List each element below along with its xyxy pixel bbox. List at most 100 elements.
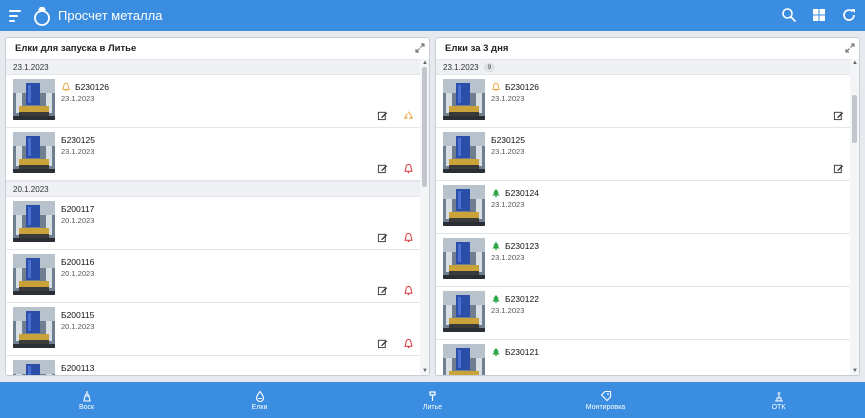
nav-tab[interactable]: Литье [346, 382, 519, 418]
edit-icon[interactable] [377, 163, 388, 174]
scroll-up-icon[interactable]: ▲ [852, 60, 858, 66]
drop-icon [255, 390, 264, 402]
item-code: Б200117 [61, 204, 95, 214]
item-code: Б230122 [505, 294, 539, 304]
scroll-down-icon[interactable]: ▼ [422, 368, 428, 374]
group-date: 23.1.2023 [13, 62, 49, 72]
panel-list[interactable]: 23.1.2023 9 Б230126 23.1.2023 Б230125 23.1.… [436, 59, 859, 375]
item-name-row: Б230125 [61, 135, 95, 145]
refresh-icon[interactable] [841, 7, 857, 23]
expand-icon[interactable] [845, 43, 855, 53]
scroll-down-icon[interactable]: ▼ [852, 368, 858, 374]
bell-icon[interactable] [403, 338, 414, 349]
nav-tab[interactable]: Воск [0, 382, 173, 418]
item-date: 23.1.2023 [61, 94, 95, 103]
list-item[interactable]: Б230123 23.1.2023 [436, 234, 850, 287]
panel-title: Елки за 3 дня [436, 38, 859, 59]
scrollbar-thumb[interactable] [852, 95, 857, 143]
inspect-icon [774, 391, 783, 402]
item-date: 20.1.2023 [61, 216, 95, 225]
nav-tab[interactable]: Елки [173, 382, 346, 418]
item-name-row: Б230121 [491, 347, 539, 357]
recycle-icon[interactable] [403, 110, 414, 121]
edit-icon[interactable] [833, 110, 844, 121]
edit-icon[interactable] [377, 338, 388, 349]
edit-icon[interactable] [833, 163, 844, 174]
list-item[interactable]: Б200116 20.1.2023 [6, 250, 420, 303]
item-name-row: Б200117 [61, 204, 94, 214]
tree-photo [443, 238, 485, 279]
tree-photo [13, 307, 55, 348]
nav-tab-label: Монтировка [585, 403, 626, 411]
panel-ready-for-casting: Елки для запуска в Литье 23.1.2023 Б2301… [5, 37, 430, 376]
scrollbar[interactable]: ▲ ▼ [850, 59, 859, 375]
scroll-up-icon[interactable]: ▲ [422, 60, 428, 66]
list-item[interactable]: Б200113 [6, 356, 420, 375]
item-code: Б230125 [61, 135, 95, 145]
item-date: 23.1.2023 [491, 200, 525, 209]
expand-icon[interactable] [415, 43, 425, 53]
item-date: 23.1.2023 [491, 253, 525, 262]
list-item[interactable]: Б230126 23.1.2023 [6, 75, 420, 128]
scrollbar-thumb[interactable] [422, 67, 427, 187]
list-item[interactable]: Б230122 23.1.2023 [436, 287, 850, 340]
tree-photo [13, 360, 55, 375]
app-title: Просчет металла [58, 8, 163, 23]
bell-icon[interactable] [403, 232, 414, 243]
item-name-row: Б230122 [491, 294, 539, 304]
bell-icon[interactable] [403, 163, 414, 174]
grid-icon[interactable] [811, 7, 827, 23]
edit-icon[interactable] [377, 232, 388, 243]
list-item[interactable]: Б200115 20.1.2023 [6, 303, 420, 356]
item-code: Б200116 [61, 257, 95, 267]
item-name-row: Б230126 [491, 82, 539, 92]
list-item[interactable]: Б230121 [436, 340, 850, 375]
scrollbar[interactable]: ▲ ▼ [420, 59, 429, 375]
edit-icon[interactable] [377, 285, 388, 296]
edit-icon[interactable] [377, 110, 388, 121]
app-header: Просчет металла [0, 0, 865, 31]
panel-title: Елки для запуска в Литье [6, 38, 429, 59]
item-date: 23.1.2023 [491, 94, 525, 103]
item-code: Б230125 [491, 135, 525, 145]
tree-icon [492, 294, 500, 304]
list-item[interactable]: Б230125 23.1.2023 [6, 128, 420, 181]
item-date: 23.1.2023 [491, 147, 525, 156]
date-group-header: 20.1.2023 [6, 181, 420, 197]
item-code: Б230126 [75, 82, 109, 92]
search-icon[interactable] [781, 7, 797, 23]
nav-tab[interactable]: Монтировка [519, 382, 692, 418]
tree-photo [443, 344, 485, 375]
tree-photo [443, 132, 485, 173]
bell-icon [492, 82, 500, 92]
list-item[interactable]: Б230126 23.1.2023 [436, 75, 850, 128]
item-date: 23.1.2023 [491, 306, 525, 315]
tag-icon [600, 390, 611, 401]
nav-tab[interactable]: ОТК [692, 382, 865, 418]
date-group-header: 23.1.2023 [6, 59, 420, 75]
list-item[interactable]: Б230124 23.1.2023 [436, 181, 850, 234]
tree-photo [13, 132, 55, 173]
menu-icon[interactable] [9, 9, 23, 22]
item-code: Б230123 [505, 241, 539, 251]
panel-title-text: Елки за 3 дня [445, 43, 509, 54]
bell-icon[interactable] [403, 285, 414, 296]
panel-list[interactable]: 23.1.2023 Б230126 23.1.2023 Б230125 23.1.2… [6, 59, 429, 375]
item-name-row: Б200116 [61, 257, 94, 267]
nav-tab-label: Воск [78, 403, 95, 411]
tree-photo [13, 79, 55, 120]
tree-icon [492, 188, 500, 198]
panel-trees-3-days: Елки за 3 дня 23.1.2023 9 Б230126 23.1.202… [435, 37, 860, 376]
list-item[interactable]: Б230125 23.1.2023 [436, 128, 850, 181]
nav-tab-label: Елки [251, 403, 268, 411]
list-item[interactable]: Б200117 20.1.2023 [6, 197, 420, 250]
group-date: 20.1.2023 [13, 184, 49, 194]
ring-logo-icon [34, 6, 50, 26]
group-count-badge: 9 [483, 62, 496, 72]
item-name-row: Б230125 [491, 135, 525, 145]
hammer-icon [428, 390, 436, 401]
item-date: 23.1.2023 [61, 147, 95, 156]
date-group-header: 23.1.2023 9 [436, 59, 850, 75]
item-code: Б200113 [61, 363, 95, 373]
wax-icon [82, 390, 91, 402]
